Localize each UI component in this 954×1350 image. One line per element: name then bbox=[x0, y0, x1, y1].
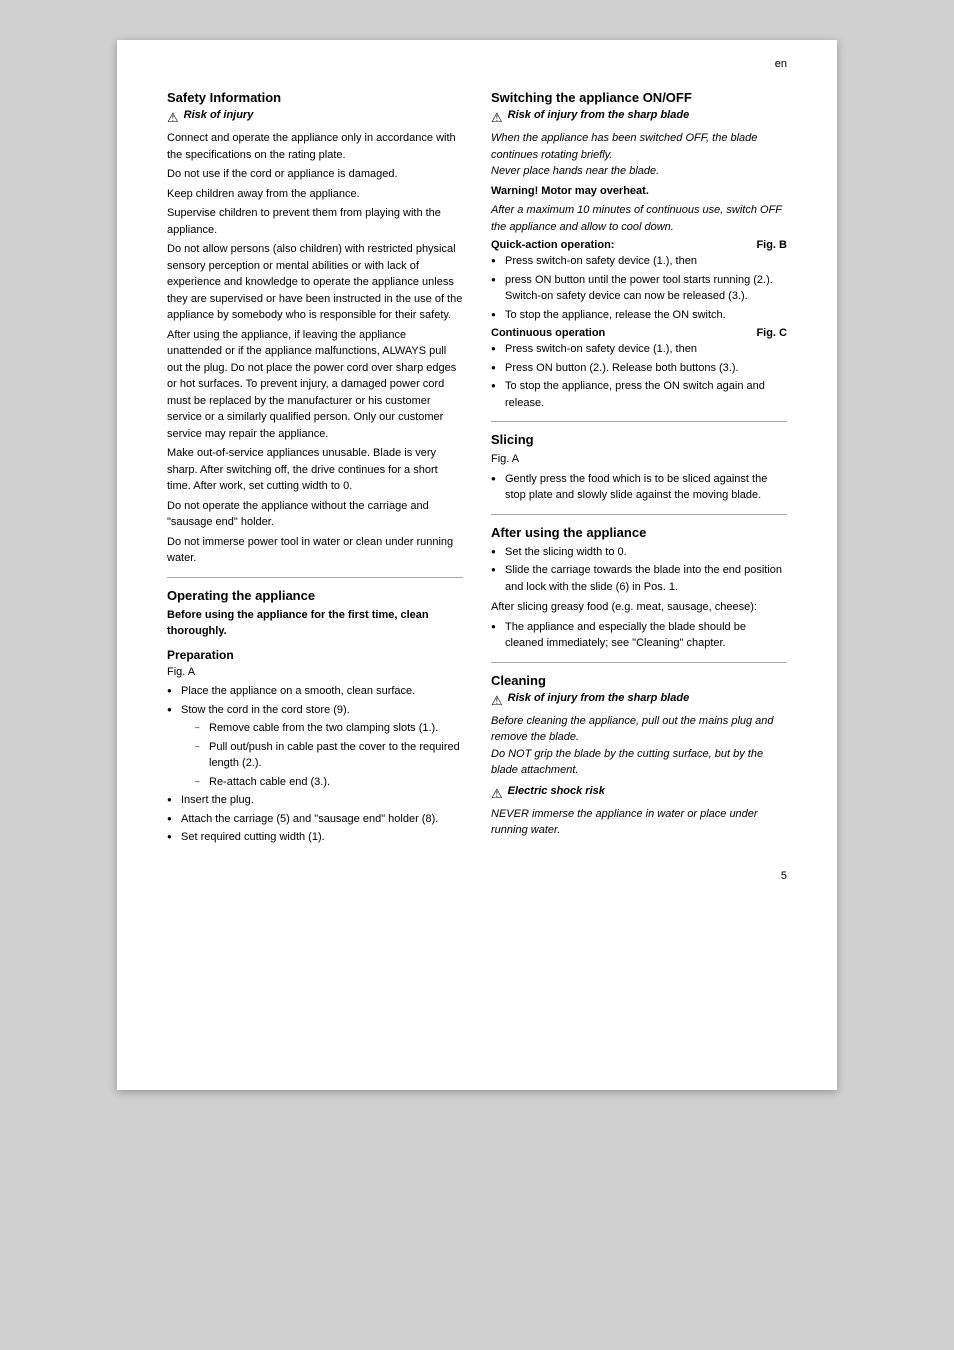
page: en Safety Information ⚠ Risk of injury C… bbox=[117, 40, 837, 1090]
before-note: Before using the appliance for the first… bbox=[167, 607, 463, 640]
risk-sharp-blade-label: Risk of injury from the sharp blade bbox=[508, 109, 690, 121]
quick-action-list: Press switch-on safety device (1.), then… bbox=[491, 253, 787, 323]
two-column-layout: Safety Information ⚠ Risk of injury Conn… bbox=[167, 80, 787, 850]
sub-item-2: Pull out/push in cable past the cover to… bbox=[195, 739, 463, 772]
electric-shock-warning: ⚠ Electric shock risk bbox=[491, 785, 787, 802]
right-column: Switching the appliance ON/OFF ⚠ Risk of… bbox=[491, 80, 787, 850]
cont-item-1: Press switch-on safety device (1.), then bbox=[491, 341, 787, 358]
divider-2 bbox=[491, 421, 787, 422]
left-column: Safety Information ⚠ Risk of injury Conn… bbox=[167, 80, 463, 850]
risk-of-injury-warning: ⚠ Risk of injury bbox=[167, 109, 463, 126]
continuous-list: Press switch-on safety device (1.), then… bbox=[491, 341, 787, 411]
safety-para-4: Supervise children to prevent them from … bbox=[167, 205, 463, 238]
divider-1 bbox=[167, 577, 463, 578]
after-using-note: After slicing greasy food (e.g. meat, sa… bbox=[491, 599, 787, 616]
lang-tag: en bbox=[775, 58, 787, 70]
prep-item-5: Set required cutting width (1). bbox=[167, 829, 463, 846]
slicing-list: Gently press the food which is to be sli… bbox=[491, 471, 787, 504]
slicing-fig-label: Fig. A bbox=[491, 451, 787, 468]
electric-shock-label: Electric shock risk bbox=[508, 785, 605, 797]
quick-action-row: Quick-action operation: Fig. B bbox=[491, 239, 787, 251]
switching-heading: Switching the appliance ON/OFF bbox=[491, 90, 787, 105]
warning-triangle-icon: ⚠ bbox=[167, 110, 179, 126]
prep-item-4: Attach the carriage (5) and "sausage end… bbox=[167, 811, 463, 828]
warning-triangle-icon-2: ⚠ bbox=[491, 110, 503, 126]
after-using-list: Set the slicing width to 0. Slide the ca… bbox=[491, 544, 787, 596]
slicing-item-1: Gently press the food which is to be sli… bbox=[491, 471, 787, 504]
safety-para-6: After using the appliance, if leaving th… bbox=[167, 327, 463, 443]
qa-item-3: To stop the appliance, release the ON sw… bbox=[491, 307, 787, 324]
quick-action-fig: Fig. B bbox=[756, 239, 787, 251]
au-item-1: Set the slicing width to 0. bbox=[491, 544, 787, 561]
motor-overheat-heading: Warning! Motor may overheat. bbox=[491, 183, 787, 200]
risk-of-injury-label: Risk of injury bbox=[184, 109, 254, 121]
safety-heading: Safety Information bbox=[167, 90, 463, 105]
cleaning-heading: Cleaning bbox=[491, 673, 787, 688]
au-item-2: Slide the carriage towards the blade int… bbox=[491, 562, 787, 595]
sub-item-1: Remove cable from the two clamping slots… bbox=[195, 720, 463, 737]
risk-sharp-blade-text: When the appliance has been switched OFF… bbox=[491, 130, 787, 180]
safety-para-9: Do not immerse power tool in water or cl… bbox=[167, 534, 463, 567]
sub-item-3: Re-attach cable end (3.). bbox=[195, 774, 463, 791]
cont-item-3: To stop the appliance, press the ON swit… bbox=[491, 378, 787, 411]
warning-triangle-icon-3: ⚠ bbox=[491, 693, 503, 709]
electric-shock-text: NEVER immerse the appliance in water or … bbox=[491, 806, 787, 839]
au-note-item-1: The appliance and especially the blade s… bbox=[491, 619, 787, 652]
after-using-note-list: The appliance and especially the blade s… bbox=[491, 619, 787, 652]
cleaning-risk-label: Risk of injury from the sharp blade bbox=[508, 692, 690, 704]
motor-overheat-text: After a maximum 10 minutes of continuous… bbox=[491, 202, 787, 235]
slicing-heading: Slicing bbox=[491, 432, 787, 447]
prep-item-3: Insert the plug. bbox=[167, 792, 463, 809]
warning-triangle-icon-4: ⚠ bbox=[491, 786, 503, 802]
safety-para-1: Connect and operate the appliance only i… bbox=[167, 130, 463, 163]
safety-para-7: Make out-of-service appliances unusable.… bbox=[167, 445, 463, 495]
safety-para-8: Do not operate the appliance without the… bbox=[167, 498, 463, 531]
prep-item-2: Stow the cord in the cord store (9). Rem… bbox=[167, 702, 463, 791]
safety-para-5: Do not allow persons (also children) wit… bbox=[167, 241, 463, 324]
qa-item-2: press ON button until the power tool sta… bbox=[491, 272, 787, 305]
qa-item-1: Press switch-on safety device (1.), then bbox=[491, 253, 787, 270]
preparation-heading: Preparation bbox=[167, 648, 463, 662]
divider-3 bbox=[491, 514, 787, 515]
cont-item-2: Press ON button (2.). Release both butto… bbox=[491, 360, 787, 377]
continuous-fig: Fig. C bbox=[756, 327, 787, 339]
page-number-bottom: 5 bbox=[167, 870, 787, 882]
sub-list: Remove cable from the two clamping slots… bbox=[181, 720, 463, 790]
quick-action-label: Quick-action operation: bbox=[491, 239, 614, 251]
risk-sharp-blade-warning: ⚠ Risk of injury from the sharp blade bbox=[491, 109, 787, 126]
preparation-list: Place the appliance on a smooth, clean s… bbox=[167, 683, 463, 846]
safety-para-3: Keep children away from the appliance. bbox=[167, 186, 463, 203]
continuous-label: Continuous operation bbox=[491, 327, 605, 339]
safety-para-2: Do not use if the cord or appliance is d… bbox=[167, 166, 463, 183]
divider-4 bbox=[491, 662, 787, 663]
prep-item-1: Place the appliance on a smooth, clean s… bbox=[167, 683, 463, 700]
continuous-row: Continuous operation Fig. C bbox=[491, 327, 787, 339]
operating-heading: Operating the appliance bbox=[167, 588, 463, 603]
fig-a-label: Fig. A bbox=[167, 664, 463, 681]
after-using-heading: After using the appliance bbox=[491, 525, 787, 540]
cleaning-risk-warning: ⚠ Risk of injury from the sharp blade bbox=[491, 692, 787, 709]
cleaning-risk-text: Before cleaning the appliance, pull out … bbox=[491, 713, 787, 779]
